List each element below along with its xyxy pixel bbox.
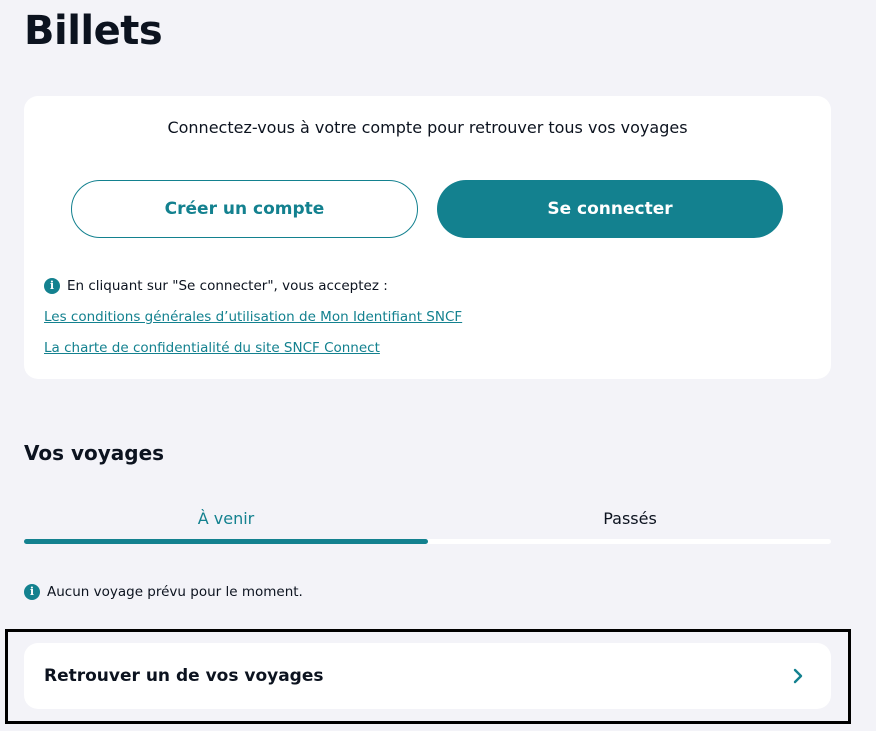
login-button[interactable]: Se connecter xyxy=(437,180,783,238)
terms-note: i En cliquant sur "Se connecter", vous a… xyxy=(44,276,388,296)
empty-trips-text: Aucun voyage prévu pour le moment. xyxy=(47,584,303,600)
page-title: Billets xyxy=(24,8,163,54)
trips-tabs: À venir Passés xyxy=(24,498,831,546)
chevron-right-icon xyxy=(793,668,803,684)
create-account-button[interactable]: Créer un compte xyxy=(71,180,418,238)
empty-trips-note: i Aucun voyage prévu pour le moment. xyxy=(24,582,303,602)
tab-active-indicator xyxy=(24,539,428,544)
find-trip-button[interactable]: Retrouver un de vos voyages xyxy=(24,643,831,709)
tab-upcoming[interactable]: À venir xyxy=(24,498,428,538)
trips-section-title: Vos voyages xyxy=(24,441,165,465)
info-icon: i xyxy=(24,584,40,600)
find-trip-label: Retrouver un de vos voyages xyxy=(44,666,324,686)
privacy-policy-link[interactable]: La charte de confidentialité du site SNC… xyxy=(44,338,380,358)
info-icon: i xyxy=(44,278,60,294)
login-prompt: Connectez-vous à votre compte pour retro… xyxy=(167,118,688,137)
tab-past[interactable]: Passés xyxy=(428,498,832,538)
login-card: Connectez-vous à votre compte pour retro… xyxy=(24,96,831,379)
terms-note-text: En cliquant sur "Se connecter", vous acc… xyxy=(67,278,388,294)
terms-of-use-link[interactable]: Les conditions générales d’utilisation d… xyxy=(44,307,462,327)
